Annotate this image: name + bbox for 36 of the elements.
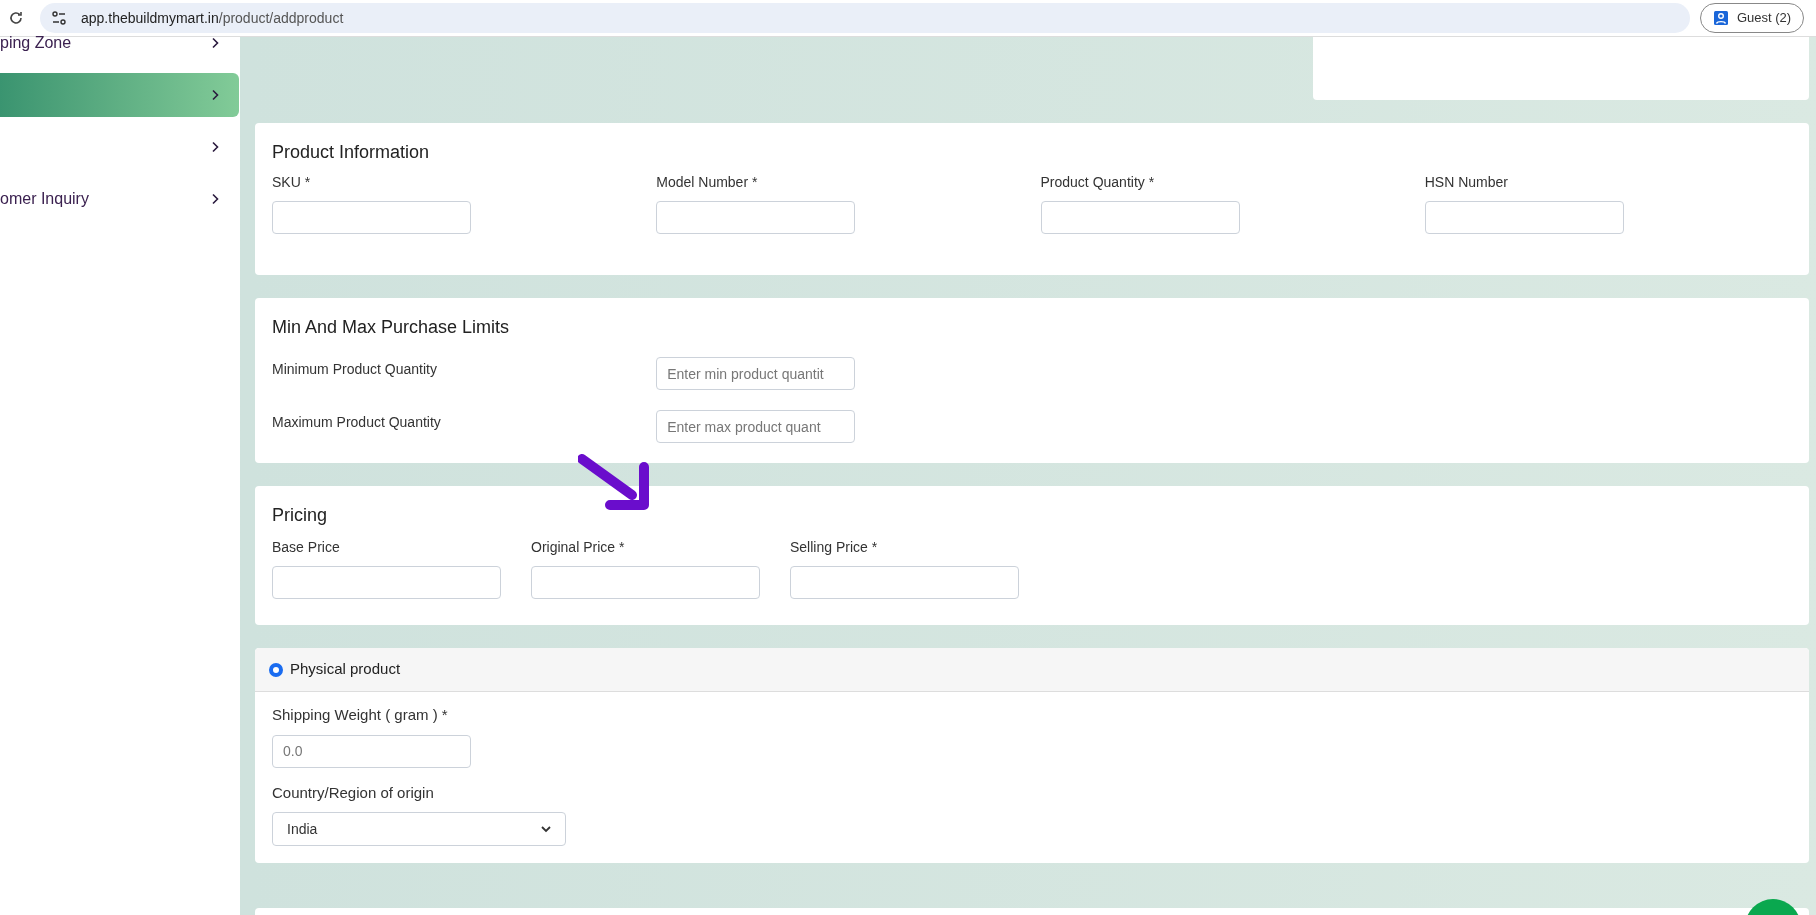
section-title: Min And Max Purchase Limits xyxy=(271,316,511,339)
input-field[interactable] xyxy=(1040,201,1240,234)
field-label: Maximum Product Quantity xyxy=(272,413,441,432)
field-label: SKU * xyxy=(272,173,311,192)
field-label: Minimum Product Quantity xyxy=(272,360,437,379)
radio-button[interactable]: Physical product xyxy=(269,658,401,681)
input-field[interactable] xyxy=(272,566,501,599)
input-field[interactable]: Enter max product quant xyxy=(656,410,856,443)
sidebar-item-label: omer Inquiry xyxy=(0,189,89,209)
section-title: Product Information xyxy=(271,141,431,164)
field-label: Selling Price * xyxy=(790,538,878,557)
url-text: app.thebuildmymart.in/product/addproduct xyxy=(81,8,344,28)
person-icon xyxy=(1713,10,1729,26)
field-label: Country/Region of origin xyxy=(272,782,434,803)
field-label: Original Price * xyxy=(531,538,625,557)
field-label: Shipping Weight ( gram ) * xyxy=(272,705,448,725)
input-field[interactable] xyxy=(656,201,856,234)
sidebar-item-label: ping Zone xyxy=(0,33,72,53)
reload-icon[interactable] xyxy=(8,10,24,26)
dropdown-caret-icon xyxy=(541,825,551,833)
input-field[interactable] xyxy=(1424,201,1624,234)
country-select[interactable]: India xyxy=(272,812,566,846)
sidebar-item[interactable] xyxy=(0,73,239,117)
input-field[interactable] xyxy=(531,566,760,599)
section-title: Pricing xyxy=(271,504,329,527)
site-settings-icon[interactable] xyxy=(51,10,67,26)
field-label: Base Price xyxy=(272,538,340,557)
address-bar[interactable]: app.thebuildmymart.in/product/addproduct xyxy=(40,3,1690,33)
input-field[interactable]: Enter min product quantit xyxy=(656,357,856,390)
input-field[interactable]: 0.0 xyxy=(272,734,471,768)
field-label: Model Number * xyxy=(656,173,758,192)
input-field[interactable] xyxy=(790,566,1019,599)
sidebar-item[interactable]: omer Inquiry xyxy=(0,177,239,221)
field-label: Product Quantity * xyxy=(1040,173,1155,192)
field-label: HSN Number xyxy=(1424,173,1508,192)
input-field[interactable] xyxy=(272,201,471,234)
